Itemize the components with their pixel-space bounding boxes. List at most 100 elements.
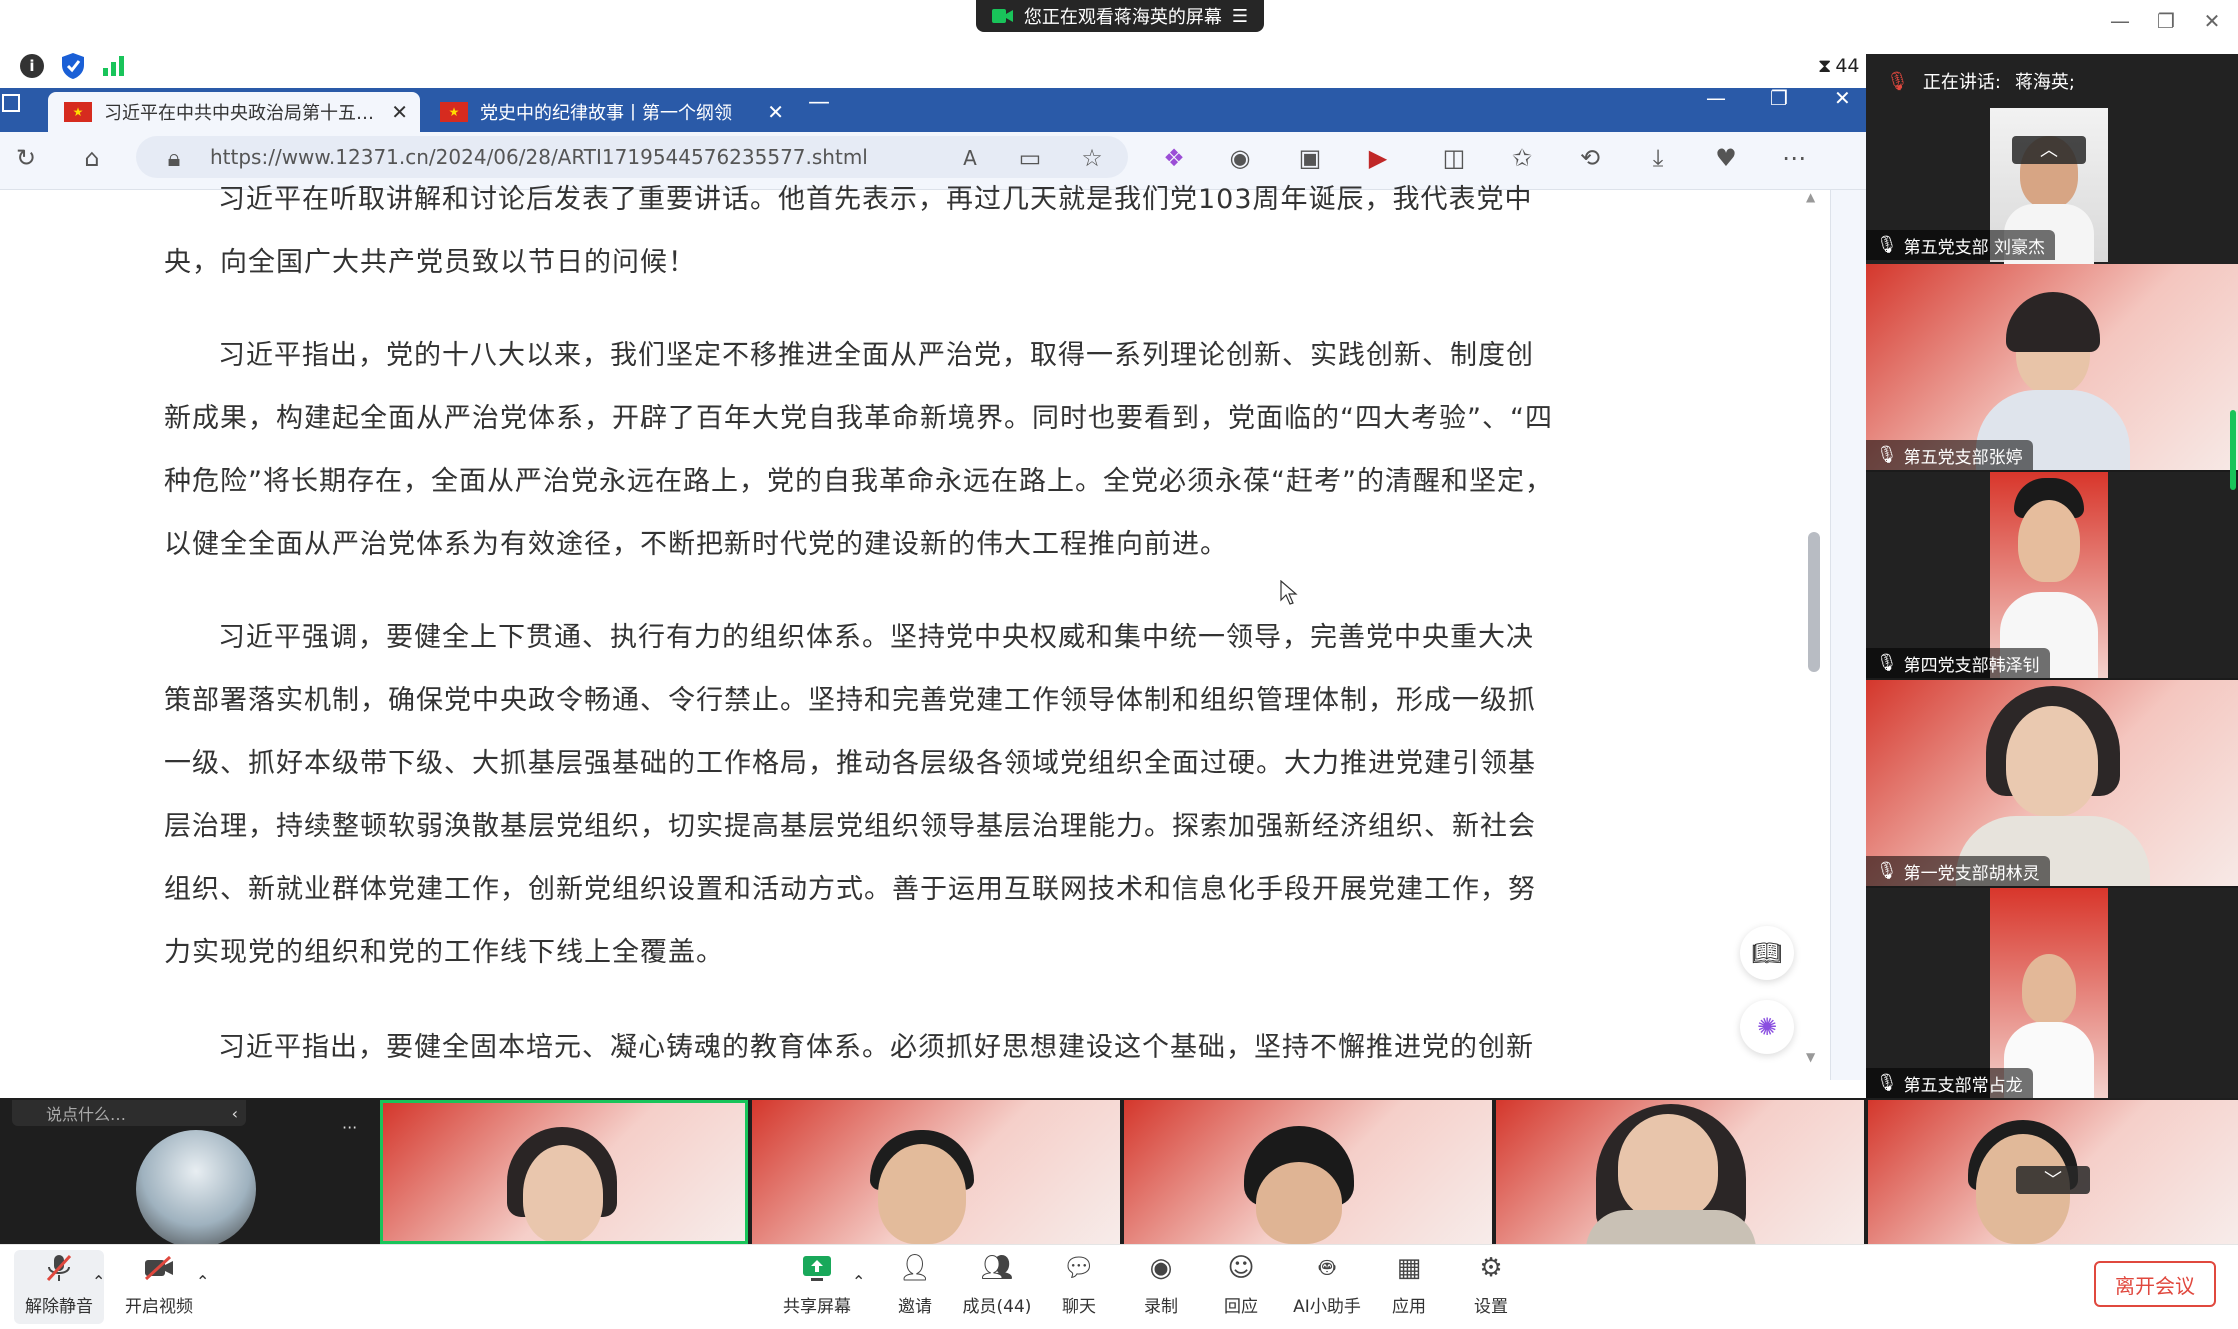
self-video-tile[interactable]: 说点什么… ‹ ··· xyxy=(6,1100,374,1244)
reaction-button[interactable]: ☺ 回应 xyxy=(1196,1250,1286,1324)
chevron-up-icon[interactable]: ⌃ xyxy=(852,1272,872,1292)
record-button[interactable]: ◉ 录制 xyxy=(1116,1250,1206,1324)
participant-tile[interactable]: 🎙︎ 第五支部常占龙 xyxy=(1866,888,2238,1098)
chevron-up-icon[interactable]: ⌃ xyxy=(92,1272,112,1292)
home-icon[interactable]: ⌂ xyxy=(72,138,112,178)
mic-muted-icon: 🎙︎ xyxy=(1876,653,1898,673)
invite-icon: 👤︎ xyxy=(898,1253,932,1283)
screen-share-banner[interactable]: 您正在观看蒋海英的屏幕 ☰ xyxy=(976,0,1264,32)
participant-video-tile[interactable] xyxy=(380,1100,748,1244)
menu-icon[interactable]: ☰ xyxy=(1232,6,1248,27)
participant-video-tile[interactable] xyxy=(1124,1100,1492,1244)
participant-label: 🎙︎ 第五党支部张婷 xyxy=(1866,440,2033,470)
apps-icon: ▦ xyxy=(1396,1253,1422,1283)
mic-muted-icon: 🎙︎ xyxy=(1876,1073,1898,1093)
browser-minimize-icon[interactable]: — xyxy=(1706,86,1736,116)
tab-actions-icon[interactable] xyxy=(2,94,20,112)
participant-label: 🎙︎ 第五支部常占龙 xyxy=(1866,1068,2033,1098)
invite-button[interactable]: 👤︎ 邀请 xyxy=(870,1250,960,1324)
restore-icon[interactable]: ❐ xyxy=(2146,6,2186,36)
participant-name: 第一党支部胡林灵 xyxy=(1903,863,2040,884)
participant-name: 第五党支部 刘豪杰 xyxy=(1903,237,2045,258)
settings-button[interactable]: ⚙ 设置 xyxy=(1446,1250,1536,1324)
scroll-down-icon[interactable]: ▼ xyxy=(1806,1050,1822,1066)
article-paragraph: 习近平强调，要健全上下贯通、执行有力的组织体系。坚持党中央权威和集中统一领导，完… xyxy=(164,622,1536,968)
signal-icon[interactable] xyxy=(102,54,126,76)
reading-mode-icon[interactable]: 📖︎ xyxy=(1740,926,1794,980)
apps-button[interactable]: ▦ 应用 xyxy=(1364,1250,1454,1324)
download-icon[interactable]: ⤓ xyxy=(1638,138,1678,178)
chevron-up-icon[interactable]: ⌃ xyxy=(196,1272,216,1292)
invite-label: 邀请 xyxy=(898,1297,932,1317)
chat-input[interactable]: 说点什么… ‹ xyxy=(12,1100,246,1126)
ai-assistant-button[interactable]: 🤖︎ AI小助手 xyxy=(1282,1250,1372,1324)
mic-muted-icon: 🎙︎ xyxy=(1876,445,1898,465)
members-label: 成员(44) xyxy=(962,1297,1032,1317)
participant-label: 🎙︎ 第五党支部 刘豪杰 xyxy=(1866,230,2055,260)
share-screen-button[interactable]: 共享屏幕 xyxy=(772,1250,862,1324)
more-menu-icon[interactable]: ⋯ xyxy=(1774,138,1814,178)
share-banner-text: 您正在观看蒋海英的屏幕 xyxy=(1023,7,1222,28)
members-button[interactable]: 👥︎ 成员(44) xyxy=(952,1250,1042,1324)
browser-sidebar xyxy=(1830,190,1866,1080)
participant-label: 🎙︎ 第四党支部韩泽钊 xyxy=(1866,648,2050,678)
settings-label: 设置 xyxy=(1474,1297,1508,1317)
timer-text: 44 xyxy=(1835,55,1860,77)
participant-video-tile[interactable] xyxy=(752,1100,1120,1244)
unmute-label: 解除静音 xyxy=(25,1297,93,1317)
mouse-cursor-icon xyxy=(1280,579,1298,606)
new-tab-icon[interactable]: — xyxy=(808,90,838,120)
browser-restore-icon[interactable]: ❐ xyxy=(1770,86,1800,116)
participant-video xyxy=(1990,888,2108,1098)
mic-muted-icon: 🎙︎ xyxy=(1876,861,1898,881)
ai-assistant-icon: 🤖︎ xyxy=(1319,1252,1335,1283)
ai-assistant-label: AI小助手 xyxy=(1293,1297,1361,1317)
participant-tile[interactable]: 🎙︎ 第五党支部张婷 xyxy=(1866,264,2238,470)
collapse-up-icon[interactable]: ︿ xyxy=(2012,136,2086,164)
leave-meeting-button[interactable]: 离开会议 xyxy=(2094,1261,2216,1307)
mic-muted-icon: 🎙︎ xyxy=(1886,70,1909,92)
tab-discipline-story[interactable]: ★ 党史中的纪律故事丨第一个纲领 ✕ xyxy=(424,92,796,132)
tab-label: 党史中的纪律故事丨第一个纲领 xyxy=(480,103,732,124)
tab-close-icon[interactable]: ✕ xyxy=(767,100,784,124)
refresh-icon[interactable]: ↻ xyxy=(6,138,46,178)
panel-scroll-indicator[interactable] xyxy=(2230,410,2236,490)
share-screen-label: 共享屏幕 xyxy=(783,1297,851,1317)
start-video-label: 开启视频 xyxy=(125,1297,193,1317)
participant-tile[interactable]: 🎙︎ 第一党支部胡林灵 xyxy=(1866,680,2238,886)
reaction-label: 回应 xyxy=(1224,1297,1258,1317)
performance-icon[interactable]: ♥ xyxy=(1706,138,1746,178)
unmute-button[interactable]: 解除静音 xyxy=(14,1250,104,1324)
collapse-down-icon[interactable]: ﹀ xyxy=(2016,1166,2090,1194)
more-icon[interactable]: ··· xyxy=(342,1118,366,1137)
browser-close-icon[interactable]: ✕ xyxy=(1834,86,1864,116)
participant-video-tile[interactable]: ﹀ xyxy=(1868,1100,2238,1244)
tab-article[interactable]: ★ 习近平在中共中央政治局第十五… ✕ xyxy=(48,92,420,132)
chevron-left-icon[interactable]: ‹ xyxy=(232,1104,238,1123)
video-off-icon xyxy=(141,1250,177,1286)
scrollbar-thumb[interactable] xyxy=(1808,532,1820,672)
participant-label: 🎙︎ 第一党支部胡林灵 xyxy=(1866,856,2050,886)
avatar xyxy=(136,1130,256,1244)
shield-icon[interactable] xyxy=(60,52,86,80)
speaking-name: 蒋海英; xyxy=(2014,72,2076,93)
chat-label: 聊天 xyxy=(1062,1297,1096,1317)
scroll-up-icon[interactable]: ▲ xyxy=(1806,190,1822,206)
close-icon[interactable]: ✕ xyxy=(2192,6,2232,36)
history-icon[interactable]: ⟲ xyxy=(1570,138,1610,178)
screen-share-icon xyxy=(991,9,1013,23)
share-screen-icon xyxy=(799,1250,835,1286)
tab-close-icon[interactable]: ✕ xyxy=(391,100,408,124)
minimize-icon[interactable]: — xyxy=(2100,6,2140,36)
hourglass-icon: ⧗ xyxy=(1818,55,1832,77)
participant-tile[interactable]: 🎙︎ 第四党支部韩泽钊 xyxy=(1866,472,2238,678)
participant-video-tile[interactable] xyxy=(1496,1100,1864,1244)
start-video-button[interactable]: 开启视频 xyxy=(114,1250,204,1324)
speaking-indicator: 🎙︎ 正在讲话: 蒋海英; xyxy=(1866,54,2238,108)
participant-name: 第四党支部韩泽钊 xyxy=(1903,655,2040,676)
participant-name: 第五党支部张婷 xyxy=(1903,447,2023,468)
ai-brain-icon[interactable]: ✺ xyxy=(1740,1000,1794,1054)
article-paragraph: 习近平在听取讲解和讨论后发表了重要讲话。他首先表示，再过几天就是我们党103周年… xyxy=(164,184,1533,278)
chat-button[interactable]: 💬︎ 聊天 xyxy=(1034,1250,1124,1324)
info-icon[interactable]: i xyxy=(20,54,44,78)
